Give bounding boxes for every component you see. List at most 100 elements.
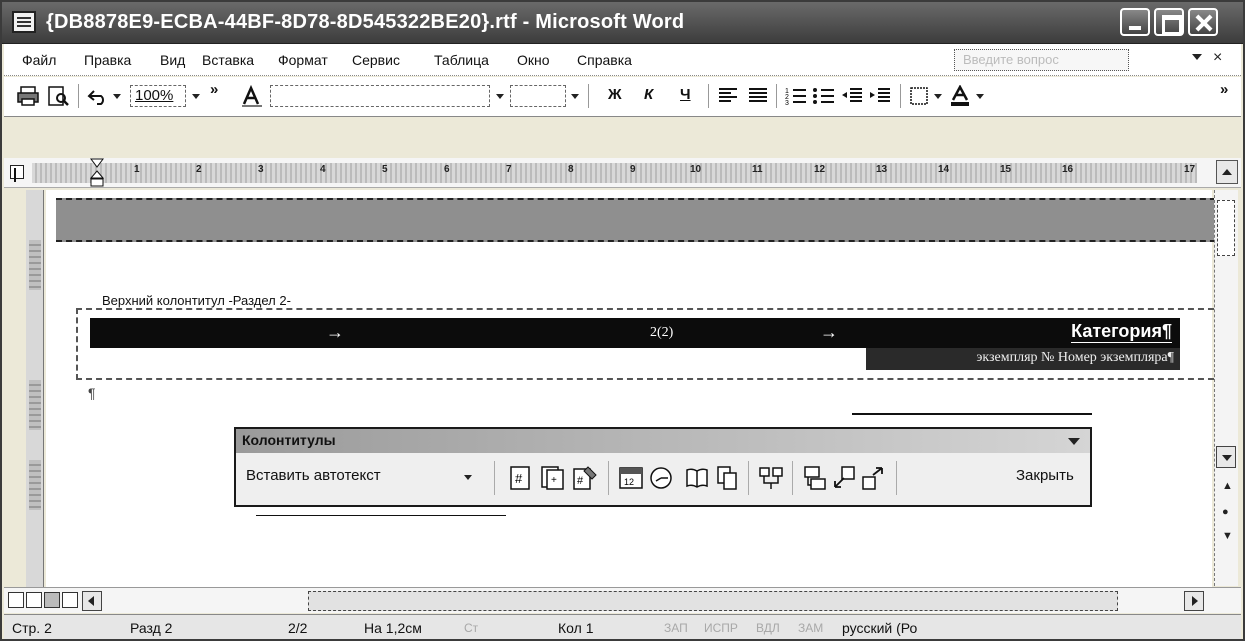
ruler-number: 10 xyxy=(690,164,702,175)
undo-dropdown-icon[interactable] xyxy=(113,94,121,99)
styles-icon[interactable] xyxy=(240,85,264,107)
header-line[interactable]: → 2(2) → Категория¶ xyxy=(90,318,1180,348)
increase-indent-icon[interactable] xyxy=(868,85,892,107)
show-hide-text-icon[interactable] xyxy=(714,465,740,491)
decorative-line xyxy=(256,515,506,516)
print-layout-view-icon[interactable] xyxy=(44,592,60,608)
tab-mark-icon: → xyxy=(820,322,838,342)
normal-view-icon[interactable] xyxy=(8,592,24,608)
horizontal-ruler: 1 2 3 4 5 6 7 8 9 10 11 12 13 14 15 16 1… xyxy=(4,158,1241,188)
undo-icon[interactable] xyxy=(86,85,110,107)
menu-help[interactable]: Справка xyxy=(577,52,632,68)
page-number-field[interactable]: 2(2) xyxy=(650,325,673,341)
header-footer-toolbar-titlebar[interactable]: Колонтитулы xyxy=(236,429,1090,453)
vertical-scroll-thumb[interactable] xyxy=(1217,200,1235,256)
previous-page-icon[interactable]: ▲ xyxy=(1222,480,1233,492)
ruler-number: 2 xyxy=(196,164,202,175)
bulleted-list-icon[interactable] xyxy=(812,85,836,107)
show-next-icon[interactable] xyxy=(860,465,886,491)
borders-dropdown-icon[interactable] xyxy=(934,94,942,99)
indent-marker-icon[interactable] xyxy=(90,158,104,188)
insert-time-icon[interactable] xyxy=(648,465,674,491)
category-field[interactable]: Категория¶ xyxy=(1071,321,1172,343)
help-question-input[interactable]: Введите вопрос xyxy=(954,49,1129,71)
italic-button[interactable]: К xyxy=(644,86,653,103)
insert-autotext-button[interactable]: Вставить автотекст xyxy=(246,467,381,484)
font-size-dropdown-icon[interactable] xyxy=(571,94,579,99)
help-question-placeholder: Введите вопрос xyxy=(963,52,1059,67)
bold-button[interactable]: Ж xyxy=(608,86,622,103)
status-section: Разд 2 xyxy=(130,620,173,636)
decrease-indent-icon[interactable] xyxy=(840,85,864,107)
horizontal-scrollbar[interactable] xyxy=(308,591,1118,611)
vertical-ruler-segment xyxy=(29,380,41,430)
toolbar-separator xyxy=(900,84,901,108)
insert-date-icon[interactable]: 12 xyxy=(618,465,644,491)
maximize-button[interactable] xyxy=(1154,8,1184,36)
align-justify-icon[interactable] xyxy=(746,85,770,107)
borders-icon[interactable] xyxy=(908,85,932,107)
page-setup-icon[interactable] xyxy=(684,465,710,491)
word-app-icon[interactable] xyxy=(12,11,36,33)
menu-insert[interactable]: Вставка xyxy=(202,52,254,68)
scroll-up-button[interactable] xyxy=(1216,160,1238,184)
format-page-number-icon[interactable]: # xyxy=(572,465,598,491)
minimize-button[interactable] xyxy=(1120,8,1150,36)
ruler-number: 3 xyxy=(258,164,264,175)
font-color-icon[interactable] xyxy=(948,85,972,107)
same-as-previous-icon[interactable] xyxy=(758,465,784,491)
zoom-select[interactable]: 100% xyxy=(130,85,186,107)
switch-header-footer-icon[interactable] xyxy=(802,465,828,491)
status-bar: Стр. 2 Разд 2 2/2 На 1,2см Ст Кол 1 ЗАП … xyxy=(4,614,1241,639)
show-previous-icon[interactable] xyxy=(832,465,858,491)
status-column: Кол 1 xyxy=(558,620,594,636)
close-window-button[interactable] xyxy=(1188,8,1218,36)
print-preview-icon[interactable] xyxy=(46,85,70,107)
tab-selector-icon[interactable] xyxy=(10,165,24,179)
scroll-right-button[interactable] xyxy=(1184,591,1204,611)
style-dropdown-icon[interactable] xyxy=(496,94,504,99)
status-language[interactable]: русский (Ро xyxy=(842,620,917,636)
style-select[interactable] xyxy=(270,85,490,107)
copy-number-line[interactable]: экземпляр № Номер экземпляра¶ xyxy=(866,348,1180,370)
toolbar-separator xyxy=(588,84,589,108)
status-overtype[interactable]: ЗАМ xyxy=(798,621,823,635)
status-extend-selection[interactable]: ВДЛ xyxy=(756,621,780,635)
toolbar-options-icon[interactable] xyxy=(1068,438,1080,445)
help-dropdown-icon[interactable] xyxy=(1192,54,1202,60)
toolbar-more-icon[interactable]: » xyxy=(210,81,218,98)
font-size-select[interactable] xyxy=(510,85,566,107)
menu-tools[interactable]: Сервис xyxy=(352,52,400,68)
outline-view-icon[interactable] xyxy=(62,592,78,608)
menu-edit[interactable]: Правка xyxy=(84,52,131,68)
scroll-down-button[interactable] xyxy=(1216,446,1236,468)
close-header-footer-button[interactable]: Закрыть xyxy=(1016,467,1074,484)
menu-format[interactable]: Формат xyxy=(278,52,328,68)
toolbar-separator xyxy=(608,461,609,495)
font-color-dropdown-icon[interactable] xyxy=(976,94,984,99)
numbered-list-icon[interactable]: 1 2 3 xyxy=(784,85,808,107)
underline-button[interactable]: Ч xyxy=(680,86,691,103)
menu-view[interactable]: Вид xyxy=(160,52,185,68)
align-left-icon[interactable] xyxy=(716,85,740,107)
web-layout-view-icon[interactable] xyxy=(26,592,42,608)
toolbar-overflow-icon[interactable]: » xyxy=(1220,81,1228,98)
scroll-left-button[interactable] xyxy=(82,591,102,611)
insert-number-of-pages-icon[interactable]: + xyxy=(540,465,566,491)
menu-table[interactable]: Таблица xyxy=(434,52,489,68)
autotext-dropdown-icon[interactable] xyxy=(464,475,472,480)
print-icon[interactable] xyxy=(16,85,40,107)
select-browse-object-icon[interactable]: ● xyxy=(1222,506,1229,518)
insert-page-number-icon[interactable]: # xyxy=(508,465,534,491)
close-document-icon[interactable]: × xyxy=(1213,49,1222,67)
next-page-icon[interactable]: ▼ xyxy=(1222,530,1233,542)
status-track-changes[interactable]: ИСПР xyxy=(704,621,738,635)
document-area[interactable]: Верхний колонтитул -Раздел 2- → 2(2) → К… xyxy=(46,190,1236,587)
menu-file[interactable]: Файл xyxy=(22,52,56,68)
menu-window[interactable]: Окно xyxy=(517,52,550,68)
zoom-dropdown-icon[interactable] xyxy=(192,94,200,99)
status-record-macro[interactable]: ЗАП xyxy=(664,621,688,635)
vertical-scrollbar[interactable]: ▲ ● ▼ xyxy=(1214,190,1238,586)
ruler-scale[interactable] xyxy=(32,163,1197,183)
vertical-ruler[interactable] xyxy=(26,190,44,590)
